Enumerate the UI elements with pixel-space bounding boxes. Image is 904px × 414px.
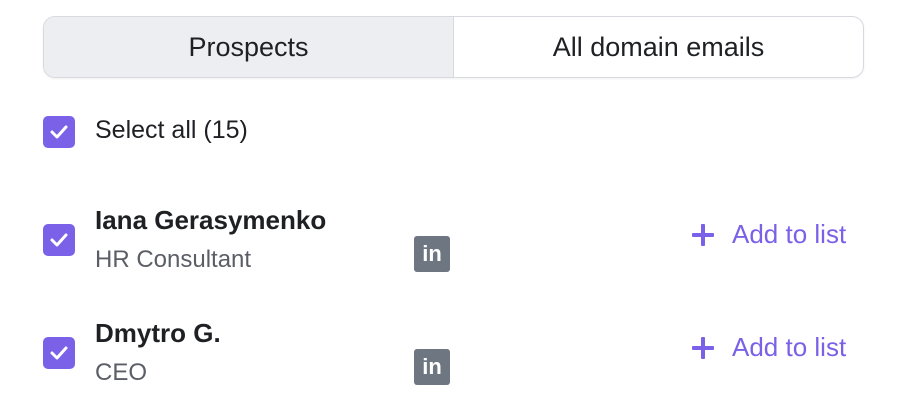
prospect-checkbox[interactable] bbox=[43, 337, 75, 369]
checkmark-icon bbox=[50, 233, 68, 247]
prospect-row: Dmytro G. CEO in Add to list bbox=[0, 318, 904, 414]
prospect-checkbox[interactable] bbox=[43, 224, 75, 256]
tab-prospects[interactable]: Prospects bbox=[44, 17, 454, 77]
prospect-title: HR Consultant bbox=[95, 246, 252, 273]
add-to-list-label: Add to list bbox=[732, 332, 847, 362]
linkedin-icon[interactable]: in bbox=[414, 349, 450, 385]
add-to-list-button[interactable]: Add to list bbox=[692, 219, 846, 250]
tab-bar: Prospects All domain emails bbox=[43, 16, 864, 78]
prospects-panel: Prospects All domain emails Select all (… bbox=[0, 0, 904, 414]
plus-icon bbox=[692, 336, 714, 359]
prospect-name: Dmytro G. bbox=[95, 318, 221, 348]
select-all-label: Select all (15) bbox=[95, 116, 248, 144]
checkmark-icon bbox=[50, 346, 68, 360]
linkedin-icon[interactable]: in bbox=[414, 236, 450, 272]
prospect-title: CEO bbox=[95, 359, 148, 386]
checkmark-icon bbox=[50, 125, 68, 139]
add-to-list-button[interactable]: Add to list bbox=[692, 332, 846, 363]
add-to-list-label: Add to list bbox=[732, 219, 847, 249]
prospect-name: Iana Gerasymenko bbox=[95, 205, 327, 235]
select-all-checkbox[interactable] bbox=[43, 116, 75, 148]
prospect-row: Iana Gerasymenko HR Consultant in Add to… bbox=[0, 205, 904, 301]
tab-all-domain-emails[interactable]: All domain emails bbox=[454, 17, 863, 77]
plus-icon bbox=[692, 223, 714, 246]
